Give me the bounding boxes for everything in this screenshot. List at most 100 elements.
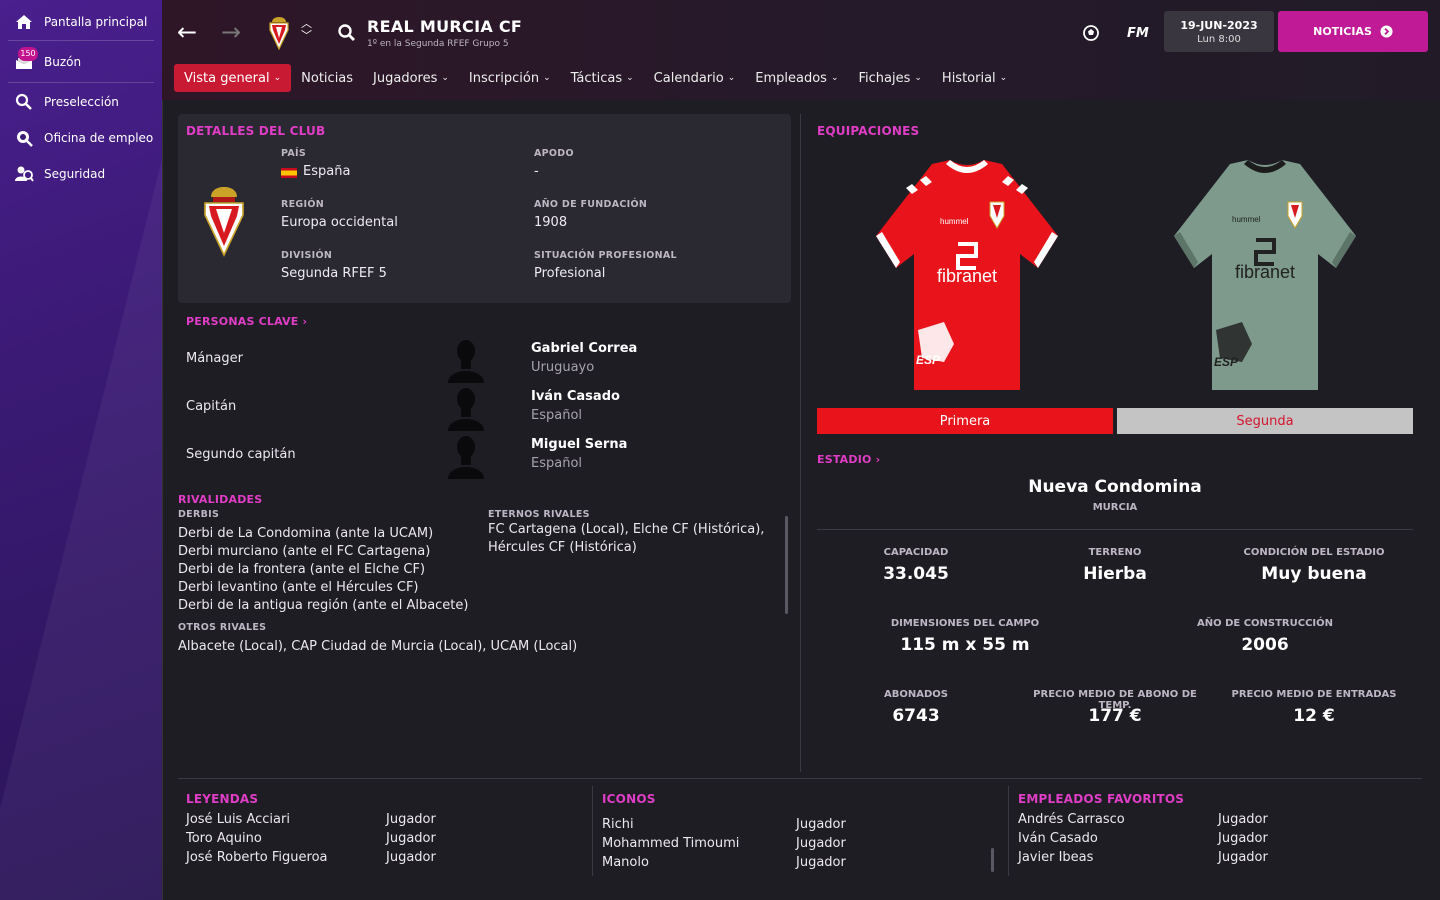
club-switch-chevrons-icon[interactable]: ︿ ﹀ [301, 18, 312, 42]
tab-label: Inscripción [468, 70, 540, 86]
sidebar-item-security[interactable]: Seguridad [0, 156, 158, 192]
person-silhouette-icon[interactable] [444, 433, 488, 479]
sidebar: Pantalla principal Buzón 150 Preselecció… [0, 0, 172, 900]
icon-player-name[interactable]: Mohammed Timoumi [602, 836, 739, 851]
divider [8, 40, 154, 41]
eternal-rivals-line: FC Cartagena (Local), Elche CF (Históric… [488, 522, 765, 537]
capacity-label: CAPACIDAD [883, 547, 949, 558]
legend-type: Jugador [386, 850, 436, 865]
stadium-city: MURCIA [1092, 502, 1138, 513]
person-nationality: Español [531, 456, 583, 471]
season-tickets-value: 6743 [892, 706, 940, 726]
search-icon[interactable] [337, 23, 357, 43]
stadium-link[interactable]: ESTADIO › [817, 453, 880, 466]
legend-type: Jugador [386, 831, 436, 846]
built-label: AÑO DE CONSTRUCCIÓN [1196, 618, 1334, 629]
person-name[interactable]: Gabriel Correa [531, 341, 637, 356]
tab-label: Fichajes [858, 70, 911, 86]
fm-logo[interactable]: FM [1127, 26, 1149, 41]
svg-text:hummel: hummel [940, 217, 969, 226]
icon-player-type: Jugador [796, 855, 846, 870]
chevron-down-icon: ⌄ [626, 73, 634, 83]
club-crest-large-icon [204, 187, 244, 257]
tab-players[interactable]: Jugadores ⌄ [363, 64, 459, 92]
back-arrow-icon[interactable]: ← [177, 20, 197, 44]
tab-staff[interactable]: Empleados ⌄ [745, 64, 848, 92]
tab-history[interactable]: Historial ⌄ [932, 64, 1017, 92]
tab-schedule[interactable]: Calendario ⌄ [644, 64, 746, 92]
chevron-down-icon: ⌄ [914, 73, 922, 83]
tab-label: Jugadores [373, 70, 438, 86]
icons-scrollbar[interactable] [991, 848, 994, 872]
favourite-staff-type: Jugador [1218, 812, 1268, 827]
favourite-staff-name[interactable]: Iván Casado [1018, 831, 1098, 846]
surface-label: TERRENO [1088, 547, 1142, 558]
division-label: DIVISIÓN [281, 250, 333, 261]
nickname-value: - [534, 164, 539, 179]
continue-date-box[interactable]: 19-JUN-2023 Lun 8:00 [1164, 11, 1274, 52]
icons-title: ICONOS [602, 792, 656, 806]
avg-ticket-price-value: 12 € [1293, 706, 1335, 726]
division-value[interactable]: Segunda RFEF 5 [281, 266, 387, 281]
nickname-label: APODO [534, 148, 574, 159]
person-silhouette-icon[interactable] [444, 337, 488, 383]
news-button[interactable]: NOTICIAS [1278, 11, 1428, 52]
stadium-name: Nueva Condomina [1028, 477, 1202, 497]
chevron-down-icon: ⌄ [273, 73, 282, 83]
club-crest-icon[interactable] [268, 16, 290, 50]
tab-overview[interactable]: Vista general ⌄ [174, 64, 292, 92]
person-name[interactable]: Miguel Serna [531, 437, 627, 452]
surface-value: Hierba [1083, 564, 1147, 584]
away-kit-button[interactable]: Segunda [1117, 408, 1413, 434]
icon-player-type: Jugador [796, 817, 846, 832]
tab-label: Calendario [653, 70, 724, 86]
column-divider [1008, 786, 1009, 876]
condition-value: Muy buena [1261, 564, 1367, 584]
legend-name[interactable]: Toro Aquino [186, 831, 262, 846]
derby-item: Derbi de La Condomina (ante la UCAM) [178, 526, 434, 541]
football-icon[interactable] [1082, 24, 1100, 42]
chevron-down-icon: ⌄ [830, 73, 839, 83]
tab-registration[interactable]: Inscripción ⌄ [459, 64, 561, 92]
vertical-divider [800, 114, 801, 772]
sidebar-item-home[interactable]: Pantalla principal [0, 4, 158, 40]
chevron-down-icon: ⌄ [727, 73, 736, 83]
icon-player-name[interactable]: Richi [602, 817, 634, 832]
region-label: REGIÓN [281, 199, 324, 210]
country-value[interactable]: España [303, 164, 350, 179]
legend-name[interactable]: José Roberto Figueroa [186, 850, 327, 865]
sidebar-item-shortlist[interactable]: Preselección [0, 84, 158, 120]
home-kit-button[interactable]: Primera [817, 408, 1113, 434]
news-button-label: NOTICIAS [1313, 25, 1372, 38]
tab-tactics[interactable]: Tácticas ⌄ [561, 64, 644, 92]
legend-type: Jugador [386, 812, 436, 827]
person-silhouette-icon[interactable] [444, 385, 488, 431]
key-people-title: PERSONAS CLAVE [186, 315, 299, 328]
icon-player-name[interactable]: Manolo [602, 855, 649, 870]
sidebar-item-label: Preselección [44, 95, 119, 109]
home-kit-shirt[interactable]: hummel fibranet ESP [870, 158, 1064, 394]
key-people-link[interactable]: PERSONAS CLAVE › [186, 315, 307, 328]
favourite-staff-name[interactable]: Andrés Carrasco [1018, 812, 1125, 827]
status-label: SITUACIÓN PROFESIONAL [534, 250, 677, 261]
rivalries-scrollbar[interactable] [785, 516, 788, 614]
other-rivals-value: Albacete (Local), CAP Ciudad de Murcia (… [178, 639, 578, 654]
away-kit-shirt[interactable]: hummel fibranet ESP [1168, 158, 1362, 394]
forward-arrow-icon[interactable]: → [221, 20, 241, 44]
legend-name[interactable]: José Luis Acciari [186, 812, 290, 827]
founded-label: AÑO DE FUNDACIÓN [534, 199, 648, 210]
tab-transfers[interactable]: Fichajes ⌄ [848, 64, 931, 92]
tab-label: Noticias [301, 70, 354, 86]
search-icon [15, 93, 32, 110]
person-name[interactable]: Iván Casado [531, 389, 620, 404]
icon-player-type: Jugador [796, 836, 846, 851]
tab-label: Historial [941, 70, 996, 86]
favourite-staff-type: Jugador [1218, 850, 1268, 865]
avg-ticket-price-label: PRECIO MEDIO DE ENTRADAS [1231, 689, 1397, 700]
club-details-title: DETALLES DEL CLUB [186, 124, 326, 138]
favourite-staff-name[interactable]: Javier Ibeas [1018, 850, 1093, 865]
sidebar-item-job-office[interactable]: Oficina de empleo [0, 120, 158, 156]
avg-season-price-value: 177 € [1088, 706, 1142, 726]
eternal-rivals-line: Hércules CF (Histórica) [488, 540, 637, 555]
tab-news[interactable]: Noticias [291, 64, 363, 92]
